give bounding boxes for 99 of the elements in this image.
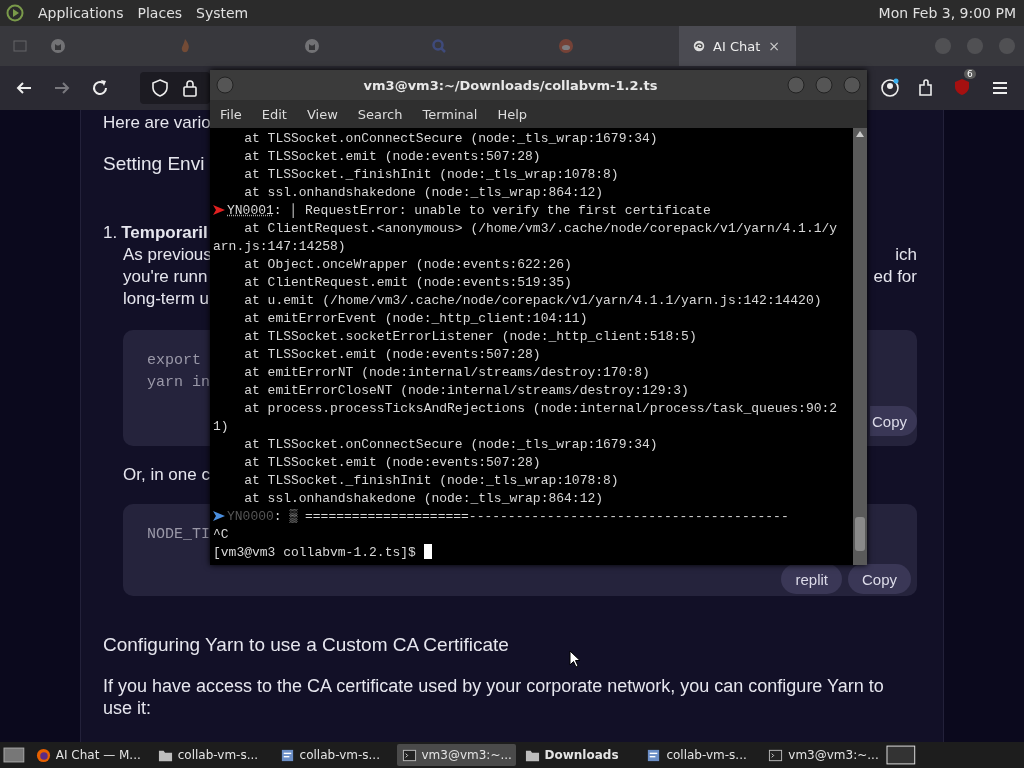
terminal-line: at ClientRequest.<anonymous> (/home/vm3/.cache/node/corepack/v1/yarn/4.1.1/y — [243, 220, 839, 238]
window-control-icon[interactable] — [843, 76, 861, 94]
terminal-line: at u.emit (/home/vm3/.cache/node/corepack/v1/yarn/4.1.1/yarn.js:142:14420) — [243, 292, 823, 310]
terminal-icon — [401, 747, 417, 763]
terminal-line: at ClientRequest.emit (node:events:519:35) — [243, 274, 573, 292]
menu-item[interactable]: Terminal — [422, 106, 478, 122]
terminal-line: at process.processTicksAndRejections (node:internal/process/task_queues:90:2 — [243, 400, 839, 418]
section-title: Setting Envi — [103, 152, 205, 176]
taskbar-item[interactable]: collab-vm-s... — [152, 744, 271, 766]
paragraph-line: As previous — [123, 244, 212, 266]
mouse-pointer-icon — [569, 650, 581, 668]
document-icon — [646, 747, 662, 763]
copy-button[interactable]: Copy — [869, 406, 917, 436]
terminal-line: at emitErrorNT (node:internal/streams/destroy:170:8) — [243, 364, 651, 382]
account-icon[interactable] — [880, 78, 900, 98]
window-control-icon[interactable] — [934, 37, 952, 55]
show-desktop-icon[interactable] — [3, 746, 25, 764]
intro-text: Here are vario — [103, 112, 211, 134]
error-code: YN0001 — [227, 203, 274, 218]
taskbar-item[interactable]: Downloads — [519, 744, 638, 766]
status-code: YN0000 — [227, 509, 274, 524]
paragraph-line: ich — [895, 244, 917, 266]
terminal-line: at TLSSocket._finishInit (node:_tls_wrap:1078:8) — [243, 166, 620, 184]
window-title: vm3@vm3:~/Downloads/collabvm-1.2.ts — [362, 77, 659, 93]
window-control-icon[interactable] — [787, 76, 805, 94]
scrollbar[interactable] — [853, 128, 867, 565]
clock: Mon Feb 3, 9:00 PM — [878, 5, 1016, 21]
terminal-line: at TLSSocket.emit (node:events:507:28) — [243, 454, 542, 472]
cat-icon — [50, 38, 66, 54]
taskbar-item[interactable]: AI Chat — M... — [30, 744, 149, 766]
close-icon[interactable]: × — [768, 38, 780, 54]
terminal-line: 1) — [213, 418, 230, 436]
window-control-icon[interactable] — [815, 76, 833, 94]
shield-extension-icon[interactable] — [952, 77, 972, 97]
paragraph-line: you're runn — [123, 266, 208, 288]
app-menu-icon[interactable] — [6, 4, 24, 22]
shield-icon[interactable] — [150, 78, 170, 98]
workspace-switcher-icon[interactable] — [886, 745, 916, 765]
taskbar-item[interactable]: collab-vm-s... — [641, 744, 760, 766]
taskbar-item[interactable]: collab-vm-s... — [274, 744, 393, 766]
progress-line: : ▒ =====================----------------------------------------- — [273, 509, 789, 524]
terminal-line: : │ RequestError: unable to verify the first certificate — [273, 203, 711, 218]
magnifier-icon — [431, 38, 447, 54]
shell-prompt: [vm3@vm3 collabvm-1.2.ts]$ — [213, 545, 417, 560]
text-cursor — [423, 544, 432, 559]
terminal-icon — [768, 747, 784, 763]
section-title: Configuring Yarn to use a Custom CA Certificate — [103, 633, 509, 657]
terminal-line: ^C — [213, 526, 230, 544]
address-bar[interactable] — [140, 72, 210, 104]
terminal-line: at ssl.onhandshakedone (node:_tls_wrap:864:12) — [243, 184, 605, 202]
panel-menu[interactable]: Applications — [38, 5, 124, 21]
lock-icon[interactable] — [180, 78, 200, 98]
terminal-line: at TLSSocket.emit (node:events:507:28) — [243, 148, 542, 166]
taskbar-item[interactable]: vm3@vm3:~... — [396, 744, 516, 766]
terminal-line: at TLSSocket.socketErrorListener (node:_http_client:518:5) — [243, 328, 698, 346]
panel-menu[interactable]: System — [196, 5, 249, 21]
arrow-icon — [213, 511, 225, 521]
paragraph-line: Or, in one c — [123, 464, 210, 486]
paragraph-line: long-term u — [123, 288, 209, 310]
terminal-line: at TLSSocket._finishInit (node:_tls_wrap:1078:8) — [243, 472, 620, 490]
fox-icon — [35, 747, 51, 763]
window-menu-icon[interactable] — [216, 76, 234, 94]
terminal-line: at TLSSocket.emit (node:events:507:28) — [243, 346, 542, 364]
cat-icon — [304, 38, 320, 54]
code-line: NODE_TI — [147, 525, 210, 545]
menu-item[interactable]: View — [306, 106, 338, 122]
paragraph: If you have access to the CA certificate used by your corporate network, you can configure Yarn to use it: — [103, 675, 885, 719]
list-number: 1. — [103, 222, 118, 244]
terminal-line: at emitErrorCloseNT (node:internal/streams/destroy:129:3) — [243, 382, 690, 400]
code-line: export — [147, 351, 201, 371]
browser-tab[interactable]: AI Chat × — [679, 26, 796, 66]
tab-list-icon[interactable] — [12, 38, 28, 54]
document-icon — [279, 747, 295, 763]
run-button[interactable]: replit — [781, 564, 842, 594]
menu-item[interactable]: Edit — [261, 106, 287, 122]
terminal-line: at Object.onceWrapper (node:events:622:26) — [243, 256, 573, 274]
menu-item[interactable]: Help — [497, 106, 528, 122]
terminal-line: at ssl.onhandshakedone (node:_tls_wrap:864:12) — [243, 490, 605, 508]
terminal-line: at TLSSocket.onConnectSecure (node:_tls_wrap:1679:34) — [243, 436, 659, 454]
menu-item[interactable]: File — [220, 106, 242, 122]
window-control-icon[interactable] — [966, 37, 984, 55]
scroll-up-icon[interactable] — [856, 131, 864, 137]
terminal-line: at TLSSocket.onConnectSecure (node:_tls_wrap:1679:34) — [243, 130, 659, 148]
arrow-icon — [213, 205, 225, 215]
terminal-line: at emitErrorEvent (node:_http_client:104:11) — [243, 310, 589, 328]
window-control-icon[interactable] — [998, 37, 1016, 55]
taskbar-item[interactable]: vm3@vm3:~... — [763, 744, 883, 766]
paragraph-line: ed for — [873, 266, 917, 288]
code-line: yarn in — [147, 373, 210, 393]
copy-button[interactable]: Copy — [847, 564, 911, 594]
list-item-title: Temporaril — [121, 222, 208, 244]
menu-item[interactable]: Search — [357, 106, 403, 122]
extension-badge: 6 — [964, 69, 976, 79]
panel-menu[interactable]: Places — [137, 5, 183, 21]
reload-icon[interactable] — [90, 78, 110, 98]
robot-icon — [558, 38, 574, 54]
scrollbar-thumb[interactable] — [855, 517, 865, 551]
terminal-line: arn.js:147:14258) — [213, 238, 347, 256]
swirl-icon — [693, 38, 705, 54]
